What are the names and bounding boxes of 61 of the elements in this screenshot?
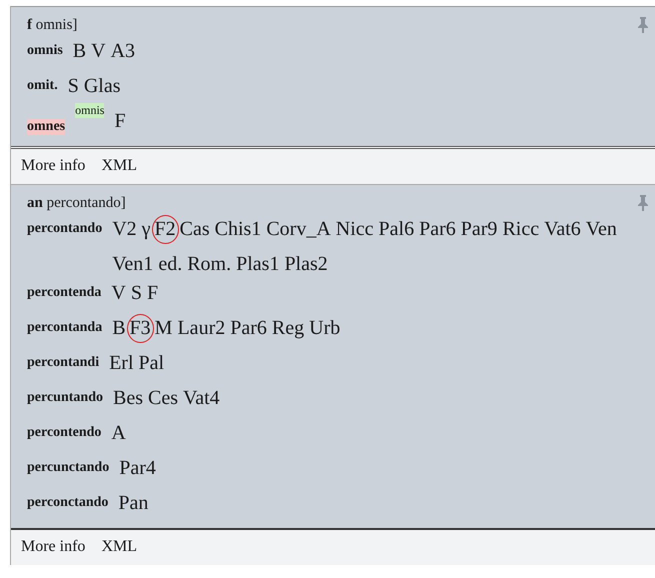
witness-siglum: Ven1: [112, 252, 154, 277]
lemma-text: an percontando]: [27, 194, 126, 213]
witness-siglum: Ricc: [502, 217, 540, 242]
witness-siglum: Corv_A: [266, 217, 331, 242]
reading-text: percontendo: [27, 425, 102, 441]
witness-siglum: B: [72, 39, 86, 64]
witness-siglum: Cas: [180, 217, 210, 242]
witness-siglum: Bes: [112, 386, 143, 411]
reading-text: omnis: [27, 43, 63, 59]
footer-link[interactable]: More info: [21, 538, 86, 556]
witness-siglum: F: [147, 281, 158, 306]
witness-siglum: M: [154, 316, 172, 341]
witness-siglum: Vat6: [544, 217, 581, 242]
witness-siglum: Ces: [148, 386, 178, 411]
witness-siglum: Pan: [118, 491, 148, 516]
witness-siglum: Nicc: [336, 217, 374, 242]
pin-icon[interactable]: [637, 195, 649, 211]
witness-siglum: Ven: [586, 217, 617, 242]
witness-siglum: V2: [112, 217, 137, 242]
witness-siglum: V: [91, 39, 106, 64]
witness-siglum: Chis1: [214, 217, 262, 242]
witness-siglum: A: [111, 421, 126, 446]
reading-text: percontanda: [27, 320, 102, 336]
witness-siglum: F2: [152, 215, 179, 244]
witness-siglum: ed. Rom.: [158, 252, 232, 277]
witness-siglum: Laur2: [177, 316, 226, 341]
witness-siglum: Glas: [84, 74, 121, 99]
witness-siglum: Urb: [309, 316, 340, 341]
reading-text: percunctando: [27, 460, 110, 476]
reading-text: omit.: [27, 78, 58, 94]
witness-siglum: S: [68, 74, 79, 99]
footer-link[interactable]: XML: [101, 157, 137, 175]
witness-siglum: Pal6: [378, 217, 414, 242]
witness-siglum: Pal: [138, 351, 164, 376]
witness-siglum: Reg: [272, 316, 304, 341]
witness-siglum: Par6: [230, 316, 267, 341]
reading-text: percontando: [27, 221, 102, 237]
correction-text: omnis: [75, 103, 104, 118]
footer-link[interactable]: XML: [101, 538, 137, 556]
witness-siglum: F3: [126, 314, 154, 343]
witness-siglum: Plas1: [236, 252, 280, 277]
witness-siglum: V: [111, 281, 126, 306]
reading-text: perconctando: [27, 495, 108, 511]
witness-siglum: γ: [142, 217, 150, 242]
witness-siglum: B: [112, 316, 126, 341]
reading-text: omnes: [27, 119, 66, 135]
footer-link[interactable]: More info: [21, 157, 86, 175]
reading-text: percuntando: [27, 390, 103, 406]
witness-siglum: Plas2: [284, 252, 328, 277]
pin-icon[interactable]: [637, 17, 649, 33]
witness-siglum: Par4: [119, 456, 156, 481]
witness-siglum: A3: [110, 39, 136, 64]
witness-siglum: Erl: [109, 351, 134, 376]
witness-siglum: Par9: [460, 217, 498, 242]
witness-siglum: S: [130, 281, 142, 306]
witness-siglum: Par6: [419, 217, 456, 242]
reading-text: percontenda: [27, 285, 102, 301]
witness-siglum: F: [114, 109, 126, 134]
reading-text: percontandi: [27, 355, 100, 371]
witness-siglum: Vat4: [182, 386, 220, 411]
lemma-text: f omnis]: [27, 16, 78, 35]
